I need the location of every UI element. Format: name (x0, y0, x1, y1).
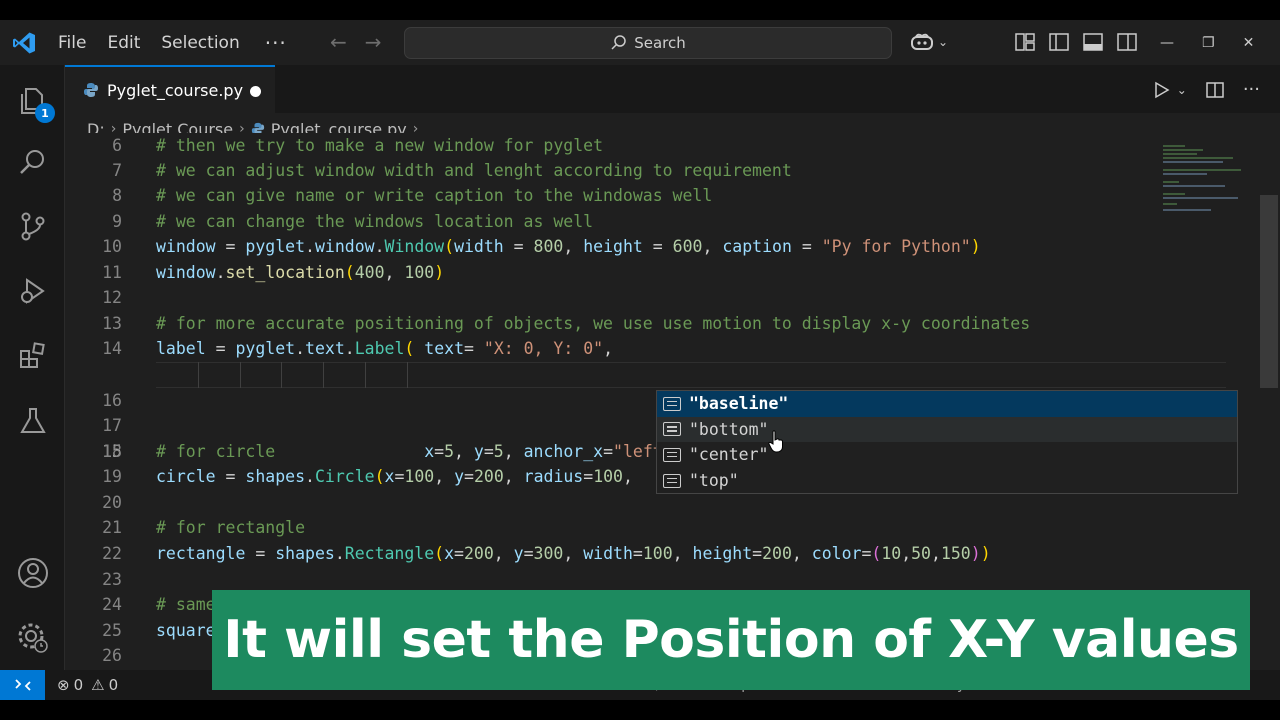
restore-icon[interactable]: ❐ (1202, 35, 1215, 51)
more-actions-icon[interactable]: ··· (1243, 79, 1260, 100)
suggestion-item[interactable]: "center" (657, 442, 1237, 468)
layout-controls (1014, 31, 1138, 53)
suggestion-item[interactable]: "top" (657, 468, 1237, 494)
menu-selection[interactable]: Selection (161, 33, 239, 53)
vertical-scrollbar[interactable] (1260, 195, 1278, 388)
code-line: 14 label = pyglet.text.Label( text= "X: 0… (102, 339, 614, 358)
tab-label: Pyglet_course.py (107, 80, 244, 100)
copilot-button[interactable]: ⌄ (910, 32, 948, 52)
chevron-down-icon: ⌄ (938, 35, 949, 49)
minimize-icon[interactable]: — (1160, 35, 1174, 51)
python-file-icon (84, 83, 98, 97)
error-icon: ⊗ (57, 676, 70, 694)
code-line: 7 # we can adjust window width and lenght… (112, 161, 792, 180)
enum-value-icon (663, 396, 681, 411)
tab-pyglet-course[interactable]: Pyglet_course.py (65, 65, 275, 113)
toggle-secondary-sidebar-icon[interactable] (1116, 31, 1138, 53)
code-line: 9 # we can change the windows location as… (112, 212, 594, 231)
search-view-icon[interactable] (15, 144, 51, 180)
unsaved-dot-icon[interactable] (250, 86, 261, 97)
code-line: 13 # for more accurate positioning of obj… (102, 314, 1031, 333)
remote-indicator-icon[interactable] (0, 670, 45, 700)
code-line: 8 # we can give name or write caption to … (112, 186, 713, 205)
enum-value-icon (663, 473, 681, 488)
search-box[interactable]: Search (404, 27, 892, 59)
search-label: Search (634, 34, 686, 52)
customize-layout-icon[interactable] (1014, 31, 1036, 53)
code-line-current: 15 x=5, y=5, anchor_x="left", anchor_y="… (65, 362, 1280, 461)
autocomplete-suggestions: "baseline" "bottom" "center" "top" (656, 390, 1238, 494)
explorer-icon[interactable]: 1 (15, 83, 55, 123)
caption-text: It will set the Position of X-Y values (223, 610, 1239, 670)
toggle-primary-sidebar-icon[interactable] (1048, 31, 1070, 53)
testing-flask-icon[interactable] (15, 403, 51, 439)
code-line: 23 (102, 570, 122, 589)
forward-arrow-icon[interactable]: → (365, 30, 382, 54)
hand-pointer-icon (768, 430, 783, 453)
accounts-icon[interactable] (15, 555, 51, 591)
video-caption: It will set the Position of X-Y values (212, 590, 1250, 690)
menu-file[interactable]: File (58, 33, 86, 53)
copilot-icon (911, 33, 933, 50)
toggle-panel-icon[interactable] (1082, 31, 1104, 53)
warning-icon: ⚠ (91, 676, 105, 694)
problems-indicator[interactable]: ⊗ 0 ⚠ 0 (57, 676, 118, 694)
code-line: 6 # then we try to make a new window for … (112, 136, 604, 155)
editor-tab-bar: Pyglet_course.py ⌄ ··· (65, 65, 1280, 113)
code-line: 11 window.set_location(400, 100) (102, 263, 445, 282)
activity-bar: 1 (0, 65, 65, 670)
back-arrow-icon[interactable]: ← (330, 30, 347, 54)
extensions-icon[interactable] (15, 337, 51, 373)
code-line: 12 (102, 288, 122, 307)
explorer-badge: 1 (35, 103, 55, 123)
split-editor-icon[interactable] (1205, 80, 1225, 100)
enum-value-icon (663, 447, 681, 462)
run-python-icon[interactable] (1151, 80, 1171, 100)
title-bar: File Edit Selection ··· ← → Search ⌄ — ❐… (0, 20, 1280, 65)
highlighted-code: window = pyglet.window.Window(width = 80… (156, 237, 981, 256)
suggestion-item[interactable]: "baseline" (657, 391, 1237, 417)
run-dropdown-chevron-icon[interactable]: ⌄ (1177, 83, 1187, 97)
suggestion-item[interactable]: "bottom" (657, 416, 1237, 443)
nav-arrows: ← → (330, 30, 382, 54)
editor-actions: ⌄ ··· (1151, 79, 1260, 100)
menu-bar: File Edit Selection ··· (58, 20, 287, 65)
window-controls: — ❐ ✕ (1160, 20, 1254, 65)
code-line: 22 rectangle = shapes.Rectangle(x=200, y=… (102, 544, 991, 563)
warning-count: 0 (108, 676, 119, 694)
bottom-letterbox (0, 700, 1280, 720)
menu-more[interactable]: ··· (265, 31, 287, 55)
settings-gear-icon[interactable] (15, 620, 51, 656)
vscode-logo-icon (13, 32, 35, 54)
current-line-highlight (156, 362, 1226, 388)
code-line: 21 # for rectangle (102, 518, 306, 537)
menu-edit[interactable]: Edit (107, 33, 140, 53)
error-count: 0 (73, 676, 84, 694)
enum-value-icon (663, 422, 681, 437)
run-debug-icon[interactable] (15, 273, 51, 309)
close-icon[interactable]: ✕ (1243, 35, 1255, 51)
code-line: 10 window = pyglet.window.Window(width = … (65, 234, 1280, 260)
source-control-icon[interactable] (15, 208, 51, 244)
minimap[interactable] (1163, 143, 1253, 243)
search-icon (611, 35, 626, 50)
